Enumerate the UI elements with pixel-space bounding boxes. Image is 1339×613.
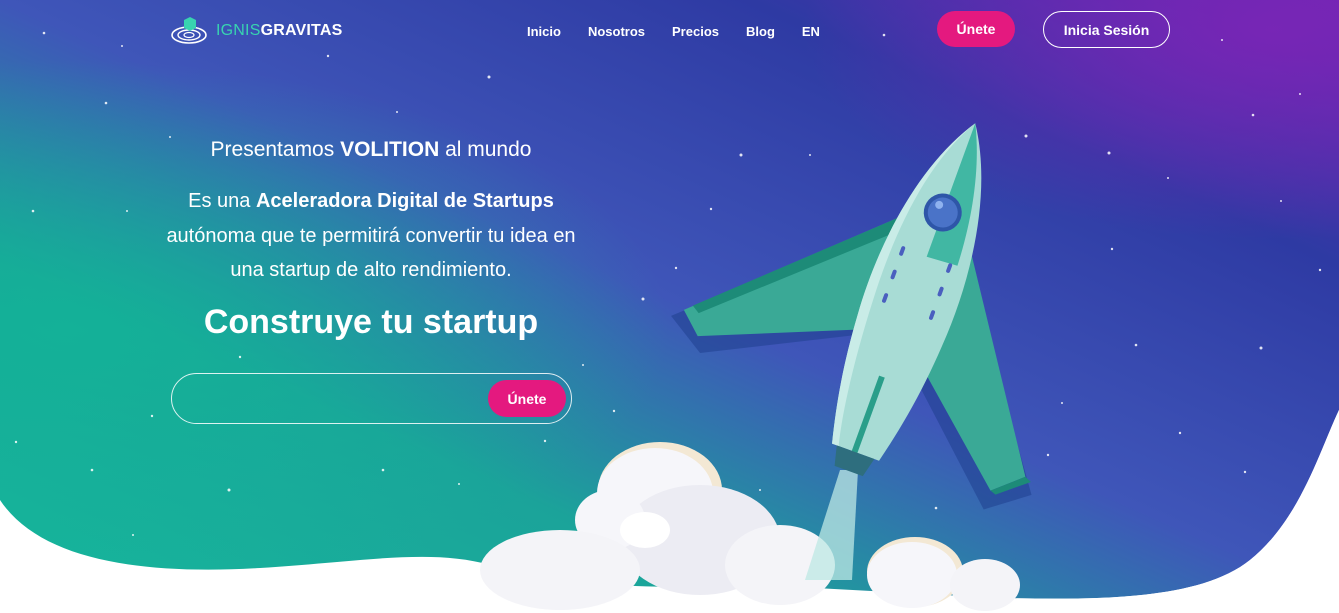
login-button[interactable]: Inicia Sesión: [1043, 11, 1170, 48]
hero-intro: Presentamos VOLITION al mundo: [210, 138, 532, 161]
signup-form: Únete: [171, 373, 572, 424]
hero-section: IGNISGRAVITAS Inicio Nosotros Precios Bl…: [0, 0, 1339, 613]
brand-name: IGNISGRAVITAS: [216, 22, 343, 39]
signup-join-button[interactable]: Únete: [488, 380, 566, 417]
nav-item-blog[interactable]: Blog: [739, 22, 782, 41]
hero-headline: Construye tu startup: [203, 303, 539, 341]
header-join-button[interactable]: Únete: [937, 11, 1015, 47]
main-navigation: Inicio Nosotros Precios Blog EN: [520, 22, 840, 41]
nav-item-nosotros[interactable]: Nosotros: [581, 22, 652, 41]
hero-description-highlight: Aceleradora Digital de Startups: [255, 190, 554, 212]
brand-logo[interactable]: IGNISGRAVITAS: [170, 16, 342, 46]
spiral-orbit-logo-icon: [171, 17, 207, 44]
signup-input[interactable]: [190, 386, 484, 414]
nav-item-language-en[interactable]: EN: [795, 22, 827, 41]
product-name: VOLITION: [340, 138, 440, 161]
nav-item-precios[interactable]: Precios: [665, 22, 726, 41]
hero-description: Es una Aceleradora Digital de Startups a…: [166, 190, 576, 281]
nav-item-inicio[interactable]: Inicio: [520, 22, 568, 41]
